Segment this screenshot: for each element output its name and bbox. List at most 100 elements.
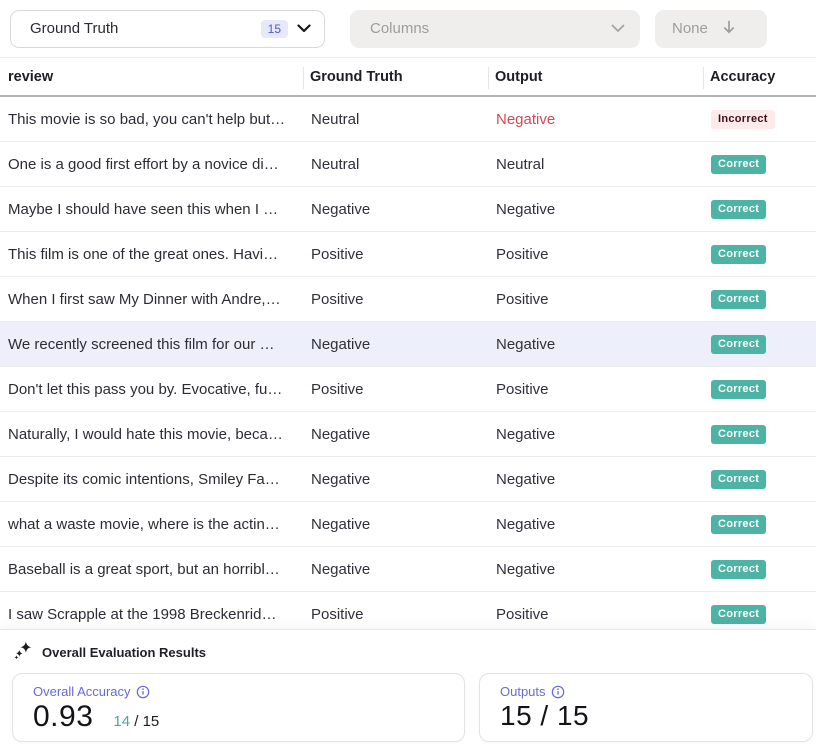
- columns-select[interactable]: Columns: [350, 10, 640, 48]
- accuracy-cell: Correct: [703, 244, 816, 264]
- table-row[interactable]: what a waste movie, where is the actin… …: [0, 502, 816, 547]
- ground-truth-cell: Negative: [303, 336, 488, 353]
- review-cell: Despite its comic intentions, Smiley Fa…: [0, 471, 303, 488]
- column-header-accuracy[interactable]: Accuracy: [710, 58, 775, 95]
- table-row[interactable]: Despite its comic intentions, Smiley Fa……: [0, 457, 816, 502]
- output-cell: Negative: [488, 336, 703, 353]
- table-row[interactable]: Don't let this pass you by. Evocative, f…: [0, 367, 816, 412]
- sparkles-icon: [14, 640, 33, 665]
- ground-truth-cell: Negative: [303, 426, 488, 443]
- ground-truth-cell: Positive: [303, 246, 488, 263]
- table-row[interactable]: This film is one of the great ones. Havi…: [0, 232, 816, 277]
- column-divider: [488, 67, 489, 89]
- output-cell: Neutral: [488, 156, 703, 173]
- table-row[interactable]: We recently screened this film for our ……: [0, 322, 816, 367]
- ground-truth-cell: Neutral: [303, 156, 488, 173]
- ground-truth-cell: Negative: [303, 516, 488, 533]
- panel-title: Overall Evaluation Results: [42, 645, 206, 660]
- arrow-down-icon: [723, 20, 735, 38]
- output-cell: Negative: [488, 561, 703, 578]
- accuracy-badge: Correct: [711, 335, 766, 354]
- accuracy-cell: Correct: [703, 379, 816, 399]
- table-row[interactable]: One is a good first effort by a novice d…: [0, 142, 816, 187]
- accuracy-cell: Correct: [703, 154, 816, 174]
- review-cell: Naturally, I would hate this movie, beca…: [0, 426, 303, 443]
- overall-accuracy-label: Overall Accuracy: [33, 684, 131, 699]
- ground-truth-cell: Negative: [303, 561, 488, 578]
- accuracy-cell: Incorrect: [703, 109, 816, 129]
- accuracy-badge: Correct: [711, 425, 766, 444]
- table-row[interactable]: Maybe I should have seen this when I … N…: [0, 187, 816, 232]
- ground-truth-cell: Neutral: [303, 111, 488, 128]
- overall-results-panel: Overall Evaluation Results Overall Accur…: [0, 629, 816, 747]
- ground-truth-cell: Positive: [303, 291, 488, 308]
- table-row[interactable]: When I first saw My Dinner with Andre,… …: [0, 277, 816, 322]
- ground-truth-cell: Negative: [303, 201, 488, 218]
- results-cards: Overall Accuracy 0.93 14 / 15 Outputs: [0, 673, 816, 742]
- accuracy-cell: Correct: [703, 559, 816, 579]
- column-header-ground-truth[interactable]: Ground Truth: [310, 58, 403, 95]
- table-body: This movie is so bad, you can't help but…: [0, 97, 816, 637]
- review-cell: When I first saw My Dinner with Andre,…: [0, 291, 303, 308]
- output-cell: Negative: [488, 426, 703, 443]
- column-divider: [703, 67, 704, 89]
- accuracy-badge: Incorrect: [711, 110, 775, 129]
- ground-truth-select[interactable]: Ground Truth 15: [10, 10, 325, 48]
- output-cell: Positive: [488, 606, 703, 623]
- accuracy-fraction: 14 / 15: [113, 713, 159, 730]
- column-header-review[interactable]: review: [8, 58, 53, 95]
- chevron-down-icon: [611, 20, 625, 37]
- accuracy-badge: Correct: [711, 605, 766, 624]
- toolbar: Ground Truth 15 Columns None: [0, 0, 816, 57]
- outputs-label: Outputs: [500, 684, 546, 699]
- review-cell: Maybe I should have seen this when I …: [0, 201, 303, 218]
- info-icon[interactable]: [136, 685, 150, 699]
- review-cell: Baseball is a great sport, but an horrib…: [0, 561, 303, 578]
- ground-truth-cell: Positive: [303, 381, 488, 398]
- chevron-down-icon: [297, 20, 311, 37]
- review-cell: I saw Scrapple at the 1998 Breckenrid…: [0, 606, 303, 623]
- sort-button[interactable]: None: [655, 10, 767, 48]
- sort-button-label: None: [672, 20, 708, 37]
- columns-select-placeholder: Columns: [370, 20, 611, 37]
- accuracy-badge: Correct: [711, 245, 766, 264]
- table-row[interactable]: This movie is so bad, you can't help but…: [0, 97, 816, 142]
- info-icon[interactable]: [551, 685, 565, 699]
- outputs-card: Outputs 15 / 15: [479, 673, 813, 742]
- evaluation-view: Ground Truth 15 Columns None review Grou…: [0, 0, 816, 747]
- accuracy-badge: Correct: [711, 155, 766, 174]
- ground-truth-cell: Negative: [303, 471, 488, 488]
- outputs-value: 15 / 15: [500, 700, 589, 732]
- accuracy-badge: Correct: [711, 380, 766, 399]
- table-row[interactable]: Baseball is a great sport, but an horrib…: [0, 547, 816, 592]
- table-header: review Ground Truth Output Accuracy: [0, 57, 816, 97]
- ground-truth-cell: Positive: [303, 606, 488, 623]
- ground-truth-select-label: Ground Truth: [30, 20, 261, 37]
- accuracy-cell: Correct: [703, 604, 816, 624]
- review-cell: One is a good first effort by a novice d…: [0, 156, 303, 173]
- accuracy-badge: Correct: [711, 560, 766, 579]
- review-cell: Don't let this pass you by. Evocative, f…: [0, 381, 303, 398]
- column-divider: [303, 67, 304, 89]
- accuracy-cell: Correct: [703, 334, 816, 354]
- accuracy-cell: Correct: [703, 289, 816, 309]
- accuracy-badge: Correct: [711, 515, 766, 534]
- output-cell: Negative: [488, 516, 703, 533]
- accuracy-cell: Correct: [703, 199, 816, 219]
- row-count-badge: 15: [261, 20, 288, 38]
- panel-header: Overall Evaluation Results: [0, 630, 816, 665]
- accuracy-badge: Correct: [711, 470, 766, 489]
- overall-accuracy-value: 0.93: [33, 700, 93, 734]
- output-cell: Positive: [488, 246, 703, 263]
- output-cell: Negative: [488, 201, 703, 218]
- output-cell: Negative: [488, 471, 703, 488]
- column-header-output[interactable]: Output: [495, 58, 543, 95]
- table-row[interactable]: Naturally, I would hate this movie, beca…: [0, 412, 816, 457]
- accuracy-cell: Correct: [703, 469, 816, 489]
- review-cell: This film is one of the great ones. Havi…: [0, 246, 303, 263]
- accuracy-cell: Correct: [703, 514, 816, 534]
- review-cell: what a waste movie, where is the actin…: [0, 516, 303, 533]
- output-cell: Positive: [488, 291, 703, 308]
- accuracy-badge: Correct: [711, 290, 766, 309]
- output-cell: Positive: [488, 381, 703, 398]
